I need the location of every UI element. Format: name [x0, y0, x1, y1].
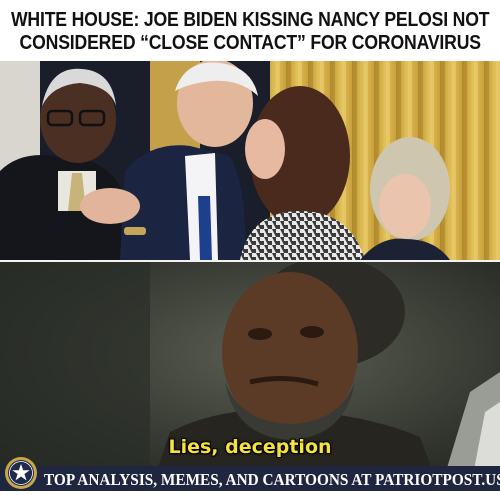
- headline-line-1: WHITE HOUSE: JOE BIDEN KISSING NANCY PEL…: [10, 7, 490, 31]
- headline-line-2: CONSIDERED “CLOSE CONTACT” FOR CORONAVIR…: [19, 30, 481, 54]
- footer-text: TOP ANALYSIS, MEMES, AND CARTOONS AT PAT…: [44, 470, 500, 489]
- patriot-post-star-seal-icon: [4, 456, 38, 490]
- footer-banner: TOP ANALYSIS, MEMES, AND CARTOONS AT PAT…: [0, 466, 500, 491]
- meme-subtitle: Lies, deception: [168, 436, 332, 458]
- top-photo: [0, 61, 500, 260]
- headline: WHITE HOUSE: JOE BIDEN KISSING NANCY PEL…: [0, 0, 500, 61]
